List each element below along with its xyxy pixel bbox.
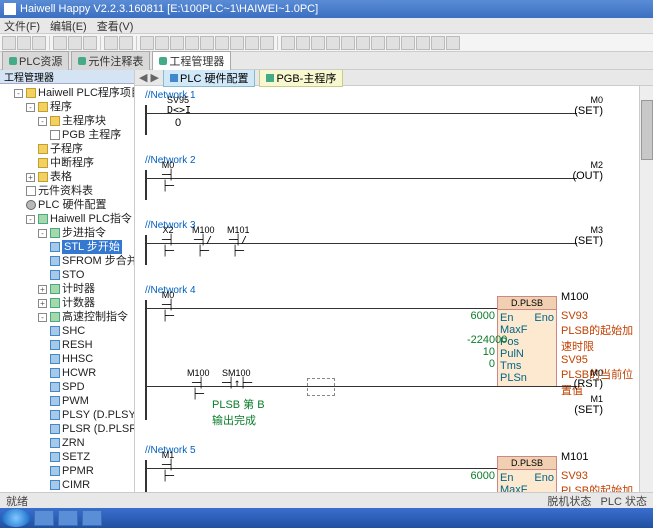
start-button[interactable]	[2, 509, 30, 527]
menu-bar[interactable]: 文件(F) 编辑(E) 查看(V)	[0, 18, 653, 34]
tree-item[interactable]: ZRN	[50, 436, 132, 450]
tree-root: -Haiwell PLC程序项目	[14, 86, 132, 100]
tb-undo[interactable]	[104, 36, 118, 50]
drop-target[interactable]	[307, 378, 335, 396]
sidebar-header: 工程管理器	[0, 70, 134, 84]
tb-e[interactable]	[200, 36, 214, 50]
ed-tab-main[interactable]: PGB-主程序	[259, 70, 343, 87]
tb-m[interactable]	[326, 36, 340, 50]
tree-sel-stl: STL 步开始	[62, 240, 122, 254]
tb-open[interactable]	[17, 36, 31, 50]
title-bar: Haiwell Happy V2.2.3.160811 [E:\100PLC~1…	[0, 0, 653, 18]
tb-c[interactable]	[170, 36, 184, 50]
tree-item[interactable]: SETZ	[50, 450, 132, 464]
ed-tab-hw[interactable]: PLC 硬件配置	[163, 70, 255, 87]
toolbar	[0, 34, 653, 52]
ladder-area[interactable]: //Network 1 SV95D<>I 0 M0(SET) //Network…	[135, 86, 653, 492]
tb-b[interactable]	[155, 36, 169, 50]
main-area: 工程管理器 -Haiwell PLC程序项目 -程序 -主程序块 PGB 主程序…	[0, 70, 653, 492]
taskbar[interactable]	[0, 508, 653, 528]
tb-h[interactable]	[245, 36, 259, 50]
tb-q[interactable]	[386, 36, 400, 50]
tb-a[interactable]	[140, 36, 154, 50]
sidebar: 工程管理器 -Haiwell PLC程序项目 -程序 -主程序块 PGB 主程序…	[0, 70, 135, 492]
tb-j[interactable]	[281, 36, 295, 50]
tab-elem[interactable]: 元件注释表	[71, 51, 150, 71]
editor-tabs: ◀ ▶ PLC 硬件配置 PGB-主程序	[135, 70, 653, 86]
task-2[interactable]	[58, 510, 78, 526]
tab-plc-res[interactable]: PLC资源	[2, 51, 69, 71]
left-tab-bar: PLC资源 元件注释表 工程管理器	[0, 52, 653, 70]
tb-s[interactable]	[416, 36, 430, 50]
tb-redo[interactable]	[119, 36, 133, 50]
menu-edit[interactable]: 编辑(E)	[50, 18, 87, 34]
fblock-plsb-2[interactable]: D.PLSB EnEno MaxF Pos PulN Tms PLSn	[497, 456, 557, 492]
tree-item[interactable]: SPD	[50, 380, 132, 394]
menu-file[interactable]: 文件(F)	[4, 18, 40, 34]
tb-save[interactable]	[32, 36, 46, 50]
tb-p[interactable]	[371, 36, 385, 50]
tb-l[interactable]	[311, 36, 325, 50]
app-icon	[4, 3, 16, 15]
tb-k[interactable]	[296, 36, 310, 50]
tree-item[interactable]: RESH	[50, 338, 132, 352]
tb-copy[interactable]	[68, 36, 82, 50]
tb-paste[interactable]	[83, 36, 97, 50]
tb-u[interactable]	[446, 36, 460, 50]
tb-o[interactable]	[356, 36, 370, 50]
network-5: //Network 5 M1─┤ ├─ D.PLSB EnEno MaxF Po…	[145, 445, 643, 492]
task-word[interactable]	[34, 510, 54, 526]
tree-item[interactable]: SHC	[50, 324, 132, 338]
menu-view[interactable]: 查看(V)	[97, 18, 134, 34]
tb-n[interactable]	[341, 36, 355, 50]
network-2: //Network 2 M0─┤ ├─ M2(OUT)	[145, 155, 643, 200]
tree-item[interactable]: CIMR	[50, 478, 132, 492]
tb-new[interactable]	[2, 36, 16, 50]
status-left: 就绪	[6, 493, 28, 509]
tb-r[interactable]	[401, 36, 415, 50]
network-4: //Network 4 M0─┤ ├─ D.PLSB EnEno MaxF Po…	[145, 285, 643, 425]
tab-proj-mgr[interactable]: 工程管理器	[152, 51, 231, 71]
network-3: //Network 3 X2─┤ ├─ M100─┤/├─ M101─┤/├─ …	[145, 220, 643, 265]
tb-g[interactable]	[230, 36, 244, 50]
tb-d[interactable]	[185, 36, 199, 50]
network-1: //Network 1 SV95D<>I 0 M0(SET)	[145, 90, 643, 135]
tb-i[interactable]	[260, 36, 274, 50]
status-bar: 就绪 脱机状态 PLC 状态	[0, 492, 653, 508]
tree-item[interactable]: PLSY (D.PLSY)	[50, 408, 132, 422]
task-3[interactable]	[82, 510, 102, 526]
tree-item[interactable]: HCWR	[50, 366, 132, 380]
tree-item[interactable]: PLSR (D.PLSR)	[50, 422, 132, 436]
tree-item[interactable]: HHSC	[50, 352, 132, 366]
editor: ◀ ▶ PLC 硬件配置 PGB-主程序 //Network 1 SV95D<>…	[135, 70, 653, 492]
tb-f[interactable]	[215, 36, 229, 50]
tree-item[interactable]: PPMR	[50, 464, 132, 478]
window-title: Haiwell Happy V2.2.3.160811 [E:\100PLC~1…	[20, 3, 318, 15]
tb-t[interactable]	[431, 36, 445, 50]
project-tree[interactable]: -Haiwell PLC程序项目 -程序 -主程序块 PGB 主程序 子程序 中…	[0, 84, 134, 492]
tb-cut[interactable]	[53, 36, 67, 50]
tree-item[interactable]: PWM	[50, 394, 132, 408]
